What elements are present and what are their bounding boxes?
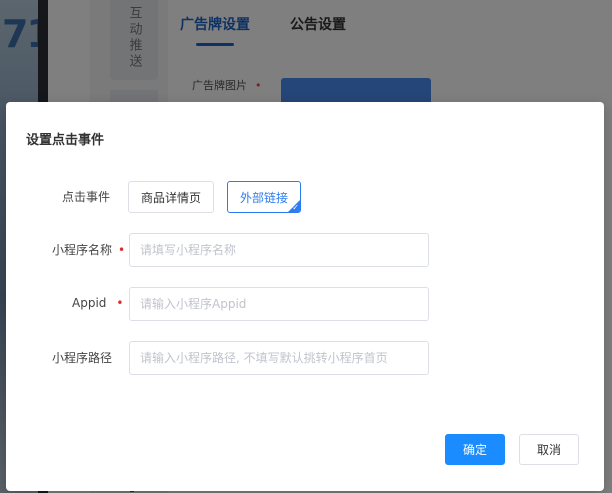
check-icon: ✓ xyxy=(292,203,299,212)
option-product-detail-button[interactable]: 商品详情页 xyxy=(128,181,214,213)
mini-program-path-input[interactable] xyxy=(129,341,429,375)
required-marker: • xyxy=(116,296,124,310)
option-label: 外部链接 xyxy=(239,190,288,205)
confirm-button[interactable]: 确定 xyxy=(445,434,505,465)
click-event-label: 点击事件 xyxy=(62,190,111,204)
mini-program-path-label: 小程序路径 xyxy=(52,349,112,366)
field-label-text: 小程序路径 xyxy=(52,351,113,365)
appid-input[interactable] xyxy=(129,287,429,321)
dialog-title: 设置点击事件 xyxy=(26,133,105,148)
click-event-dialog: 设置点击事件 点击事件 商品详情页 外部链接 ✓ 小程序名称 • Appid • 小… xyxy=(6,102,604,491)
field-label-text: Appid xyxy=(72,296,107,310)
field-label-text: 小程序名称 xyxy=(52,243,113,257)
option-label: 商品详情页 xyxy=(140,190,201,205)
mini-program-name-input[interactable] xyxy=(129,233,429,267)
option-external-link-button[interactable]: 外部链接 ✓ xyxy=(227,181,301,213)
required-marker: • xyxy=(118,243,126,257)
cancel-button[interactable]: 取消 xyxy=(519,434,579,465)
appid-label: Appid • xyxy=(72,296,123,310)
mini-program-name-label: 小程序名称 • xyxy=(52,241,125,258)
